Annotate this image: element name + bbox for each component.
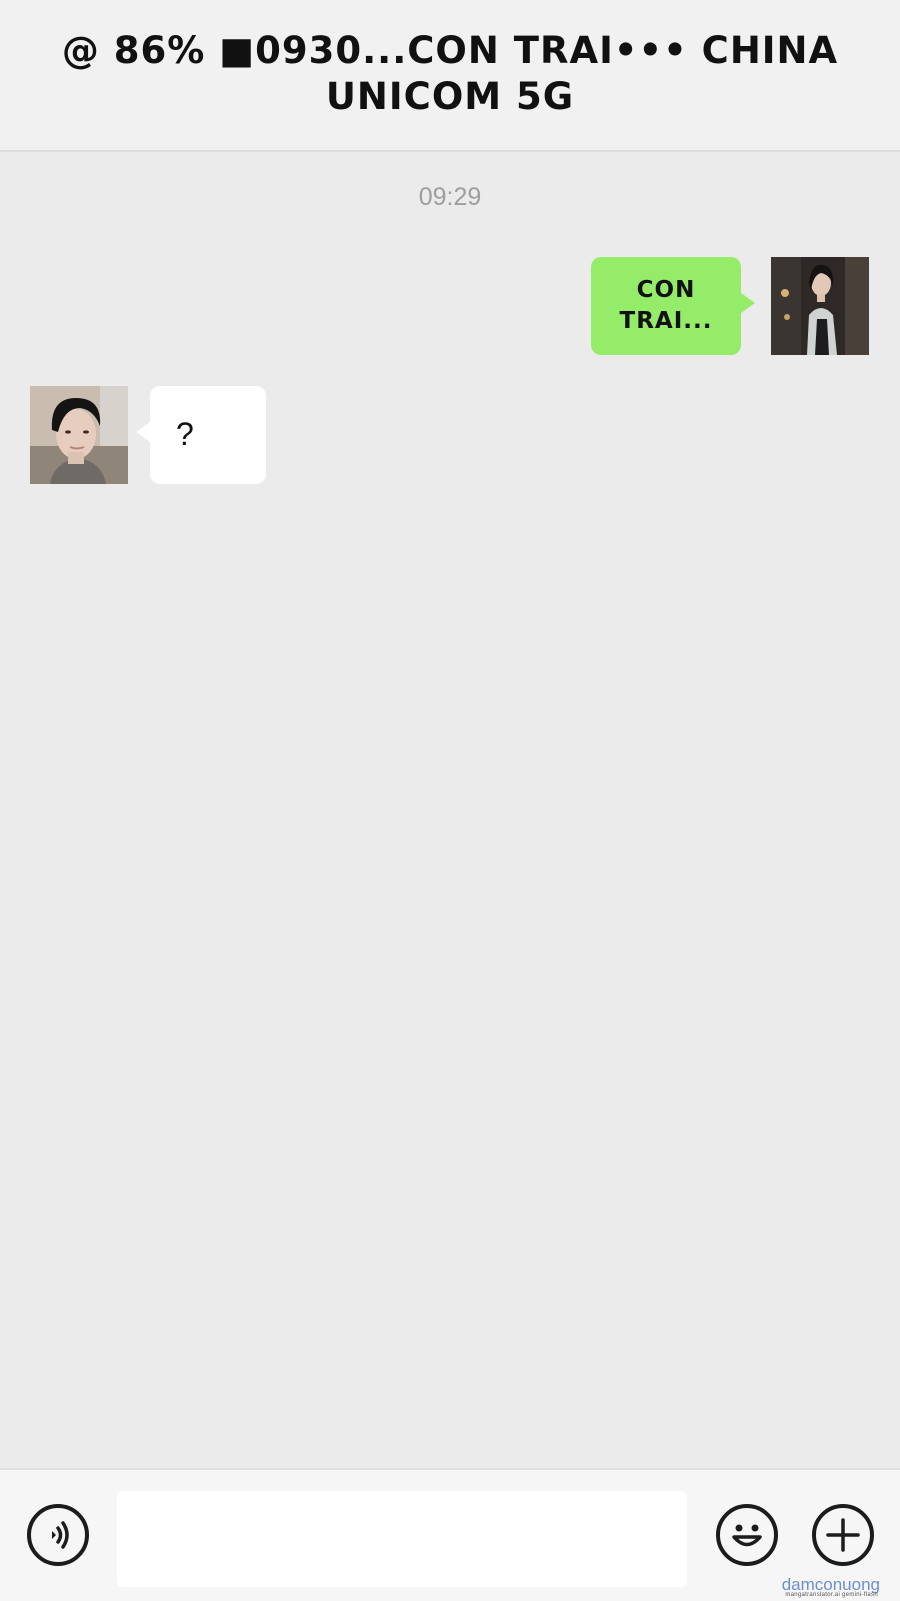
message-input[interactable] bbox=[117, 1491, 687, 1587]
self-avatar[interactable] bbox=[771, 257, 869, 355]
watermark-subtext: mangatranslator.ai gemini-flash bbox=[785, 1592, 878, 1598]
input-bar bbox=[0, 1468, 900, 1601]
incoming-message-text: ? bbox=[176, 416, 194, 452]
outgoing-message-text: CON TRAI... bbox=[619, 277, 713, 334]
chat-title: @ 86% ■0930...CON TRAI••• CHINA UNICOM 5… bbox=[61, 29, 839, 118]
chat-header: @ 86% ■0930...CON TRAI••• CHINA UNICOM 5… bbox=[0, 0, 900, 152]
self-avatar-image bbox=[771, 257, 869, 355]
message-timestamp: 09:29 bbox=[418, 183, 482, 211]
outgoing-message-bubble[interactable]: CON TRAI... bbox=[591, 257, 755, 355]
contact-avatar-image bbox=[30, 386, 128, 484]
voice-icon bbox=[52, 1521, 69, 1549]
emoji-button[interactable] bbox=[716, 1504, 778, 1566]
more-button[interactable] bbox=[812, 1504, 874, 1566]
voice-button[interactable] bbox=[27, 1504, 89, 1566]
incoming-message-bubble[interactable]: ? bbox=[136, 386, 266, 484]
contact-avatar[interactable] bbox=[30, 386, 128, 484]
watermark: damconuong bbox=[781, 1575, 880, 1594]
plus-icon bbox=[826, 1518, 860, 1552]
emoji-icon bbox=[732, 1524, 762, 1547]
